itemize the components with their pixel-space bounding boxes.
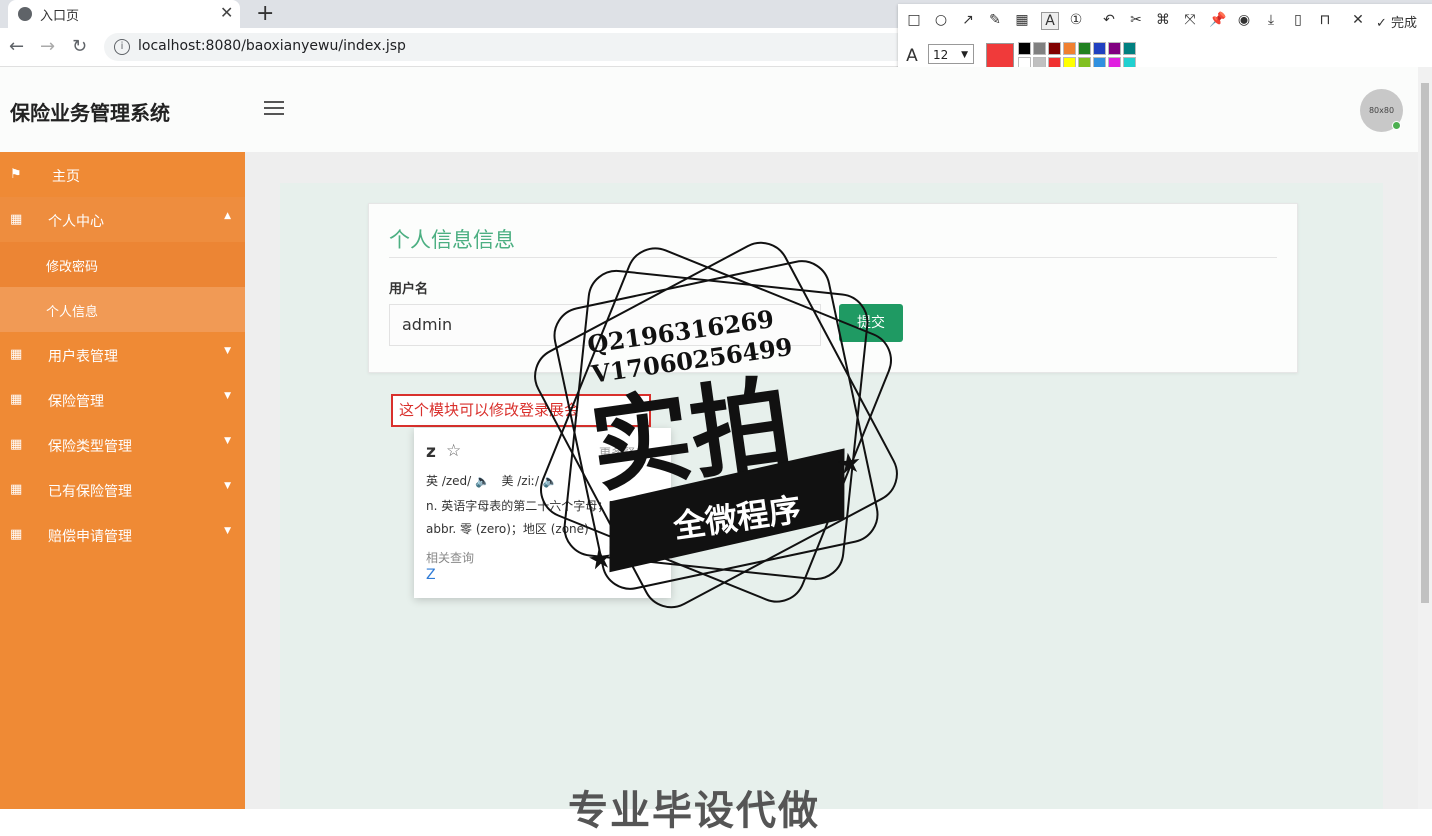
grid-icon: ▦: [10, 527, 23, 542]
new-tab-button[interactable]: +: [256, 1, 274, 26]
crop-icon[interactable]: ✂: [1128, 12, 1144, 28]
sidebar-item-personal-center[interactable]: ▦ 个人中心 ▲: [0, 197, 245, 242]
record-icon[interactable]: ◉: [1236, 12, 1252, 28]
scroll-capture-icon[interactable]: ⤧: [1182, 12, 1198, 28]
speaker-icon[interactable]: 🔈: [475, 474, 494, 488]
sidebar-item-claims[interactable]: ▦ 赔偿申请管理 ▼: [0, 512, 245, 557]
grid-icon: ▦: [10, 392, 23, 407]
globe-icon: [18, 7, 32, 21]
color-swatch[interactable]: [1048, 42, 1061, 55]
page-scrollbar[interactable]: [1418, 67, 1432, 809]
font-icon: A: [906, 46, 918, 66]
grid-icon: ▦: [10, 437, 23, 452]
forward-arrow-icon[interactable]: →: [40, 36, 55, 57]
sidebar-item-user-table[interactable]: ▦ 用户表管理 ▼: [0, 332, 245, 377]
caret-down-icon: ▼: [224, 346, 231, 356]
sidebar-item-change-password[interactable]: 修改密码: [0, 242, 245, 287]
color-swatch[interactable]: [1108, 42, 1121, 55]
sidebar-item-label: 主页: [52, 169, 80, 185]
color-swatch[interactable]: [1063, 42, 1076, 55]
sidebar-item-label: 个人信息: [46, 305, 99, 320]
sidebar-item-label: 保险类型管理: [48, 439, 132, 455]
url-text[interactable]: localhost:8080/baoxianyewu/index.jsp: [138, 38, 406, 54]
pen-tool-icon[interactable]: ✎: [987, 12, 1003, 28]
scrollbar-thumb[interactable]: [1421, 83, 1429, 603]
done-label: 完成: [1391, 16, 1418, 31]
rectangle-tool-icon[interactable]: □: [906, 12, 922, 28]
sidebar-item-home[interactable]: ⚑ 主页: [0, 152, 245, 197]
caret-down-icon: ▼: [224, 436, 231, 446]
caret-down-icon: ▼: [224, 481, 231, 491]
mosaic-tool-icon[interactable]: ▦: [1014, 12, 1030, 28]
star-icon: ★: [585, 541, 614, 577]
screenshot-toolbar: □ ○ ↗ ✎ ▦ A ① ↶ ✂ ⌘ ⤧ 📌 ◉ ⤓ ▯ ⊓ ✕ ✓ 完成 A…: [898, 4, 1432, 74]
check-icon: ✓: [1376, 16, 1392, 31]
color-swatch[interactable]: [1018, 42, 1031, 55]
avatar[interactable]: 80x80: [1360, 89, 1403, 132]
bottom-watermark-text: 专业毕设代做: [568, 788, 820, 834]
app-title: 保险业务管理系统: [10, 101, 170, 125]
sidebar-item-label: 保险管理: [48, 394, 104, 410]
text-tool-icon[interactable]: A: [1041, 12, 1059, 30]
phone-icon[interactable]: ▯: [1290, 12, 1306, 28]
sidebar-item-label: 赔偿申请管理: [48, 529, 132, 545]
sidebar: ⚑ 主页 ▦ 个人中心 ▲ 修改密码 个人信息 ▦ 用户表管理 ▼ ▦ 保险管理…: [0, 152, 245, 809]
caret-up-icon: ▲: [224, 211, 231, 221]
undo-icon[interactable]: ↶: [1101, 12, 1117, 28]
sidebar-item-existing-insurance[interactable]: ▦ 已有保险管理 ▼: [0, 467, 245, 512]
download-icon[interactable]: ⤓: [1263, 12, 1279, 28]
cancel-icon[interactable]: ✕: [1350, 12, 1366, 28]
sidebar-item-personal-info[interactable]: 个人信息: [0, 287, 245, 332]
menu-toggle-icon[interactable]: [264, 101, 284, 119]
sidebar-item-label: 已有保险管理: [48, 484, 132, 500]
close-tab-icon[interactable]: ✕: [220, 3, 233, 22]
sidebar-item-label: 修改密码: [46, 260, 99, 275]
sidebar-item-label: 用户表管理: [48, 349, 118, 365]
sidebar-item-insurance[interactable]: ▦ 保险管理 ▼: [0, 377, 245, 422]
number-tool-icon[interactable]: ①: [1068, 12, 1084, 28]
color-swatch[interactable]: [1093, 42, 1106, 55]
favorite-star-icon[interactable]: ☆: [446, 441, 461, 461]
grid-icon: ▦: [10, 482, 23, 497]
phonetic-uk: 英 /zed/: [426, 474, 472, 488]
online-status-dot: [1392, 121, 1401, 130]
ellipse-tool-icon[interactable]: ○: [933, 12, 949, 28]
flag-icon: ⚑: [10, 167, 22, 182]
related-link[interactable]: Z: [426, 567, 436, 583]
browser-tab[interactable]: 入口页 ✕: [8, 0, 240, 28]
grid-icon: ▦: [10, 212, 23, 227]
reload-icon[interactable]: ↻: [72, 36, 87, 57]
done-button[interactable]: ✓ 完成: [1376, 12, 1417, 31]
dict-word: z: [426, 442, 436, 462]
back-arrow-icon[interactable]: ←: [9, 36, 24, 57]
star-icon: ★: [834, 445, 863, 481]
related-label: 相关查询: [426, 551, 475, 565]
watermark-stamp: Q2196316269 V17060256499 实拍 全微程序 ★ ★: [534, 241, 898, 609]
sidebar-item-insurance-type[interactable]: ▦ 保险类型管理 ▼: [0, 422, 245, 467]
caret-down-icon: ▼: [224, 526, 231, 536]
font-size-select[interactable]: 12 ▼: [928, 44, 974, 64]
page-title: 个人信息信息: [389, 228, 515, 252]
info-icon[interactable]: i: [114, 39, 130, 55]
tab-title: 入口页: [40, 9, 80, 24]
app-header: 保险业务管理系统 80x80: [0, 67, 1418, 153]
bookmark-icon[interactable]: ⊓: [1317, 12, 1333, 28]
dropdown-icon: ▼: [961, 50, 968, 60]
color-swatch[interactable]: [1078, 42, 1091, 55]
arrow-tool-icon[interactable]: ↗: [960, 12, 976, 28]
grid-icon: ▦: [10, 347, 23, 362]
avatar-text: 80x80: [1368, 106, 1395, 115]
sidebar-item-label: 个人中心: [48, 214, 104, 230]
pin-icon[interactable]: 📌: [1209, 12, 1226, 28]
font-size-value: 12: [933, 48, 949, 62]
caret-down-icon: ▼: [224, 391, 231, 401]
translate-icon[interactable]: ⌘: [1155, 12, 1171, 28]
username-label: 用户名: [389, 282, 429, 297]
color-swatch[interactable]: [1033, 42, 1046, 55]
color-swatch[interactable]: [1123, 42, 1136, 55]
